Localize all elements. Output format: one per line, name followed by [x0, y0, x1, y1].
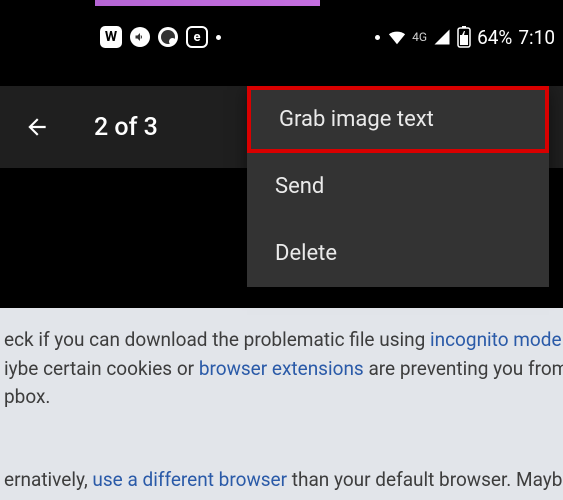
- mute-icon: [130, 27, 150, 47]
- network-label: 4G: [412, 30, 427, 44]
- document-preview[interactable]: eck if you can download the problematic …: [0, 308, 563, 500]
- status-right: 4G 64% 7:10: [375, 26, 555, 49]
- e-app-icon: e: [186, 26, 208, 48]
- status-bar: W e 4G 64% 7:10: [0, 22, 555, 52]
- preview-line: eck if you can download the problematic …: [0, 326, 563, 355]
- battery-icon: [457, 26, 471, 48]
- clock: 7:10: [518, 26, 555, 49]
- notification-dot: [216, 35, 221, 40]
- status-left-icons: W e: [100, 26, 221, 48]
- overflow-menu: Grab image text Send Delete: [247, 86, 549, 287]
- menu-item-delete[interactable]: Delete: [247, 220, 549, 287]
- back-button[interactable]: [22, 112, 52, 142]
- preview-line: pbox.: [0, 383, 563, 412]
- preview-line: iybe certain cookies or browser extensio…: [0, 355, 563, 384]
- preview-line: ernatively, use a different browser than…: [0, 466, 563, 495]
- signal-icon: [433, 28, 451, 46]
- wifi-icon: [386, 28, 408, 46]
- w-app-icon: W: [100, 26, 122, 48]
- menu-item-label: Delete: [275, 241, 337, 266]
- battery-percent: 64%: [477, 26, 512, 49]
- top-accent-bar: [95, 0, 320, 6]
- menu-item-grab-image-text[interactable]: Grab image text: [247, 86, 549, 153]
- menu-item-label: Grab image text: [279, 107, 434, 132]
- menu-item-label: Send: [275, 174, 324, 199]
- menu-item-send[interactable]: Send: [247, 153, 549, 220]
- page-counter: 2 of 3: [94, 113, 158, 142]
- notification-dot-2: [375, 35, 380, 40]
- dnd-icon: [158, 27, 178, 47]
